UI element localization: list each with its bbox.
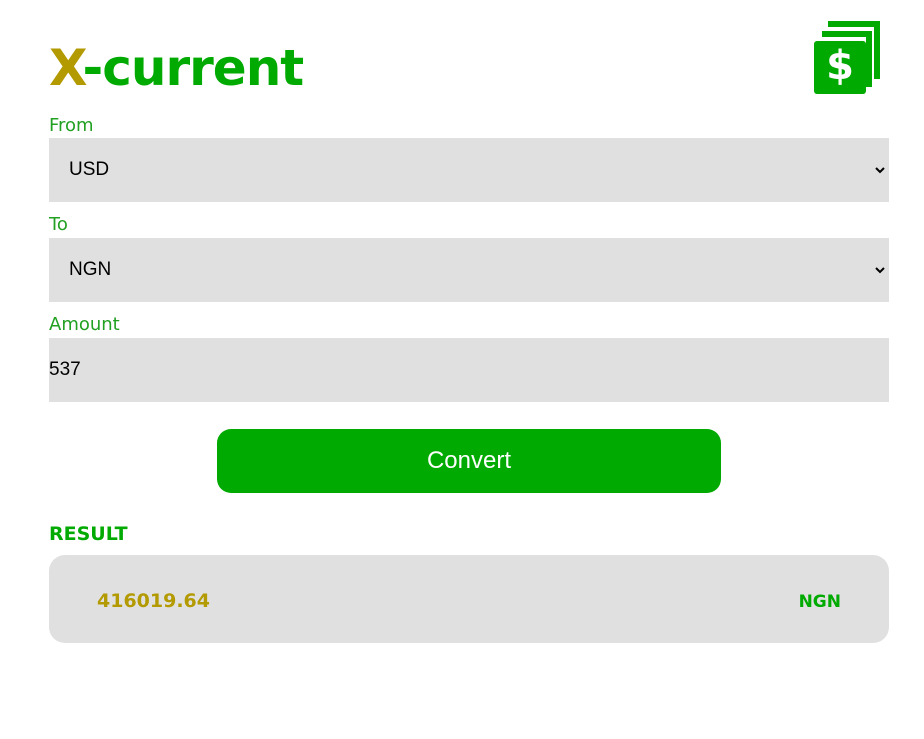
chevron-down-icon: [875, 167, 885, 174]
result-label: RESULT: [49, 523, 128, 545]
app-title: X-current: [49, 36, 304, 100]
from-currency-value: USD: [69, 159, 110, 180]
to-currency-select[interactable]: NGN: [49, 238, 889, 302]
svg-text:$: $: [826, 43, 854, 89]
app-title-main: -current: [82, 39, 304, 97]
from-label: From: [49, 115, 94, 136]
money-bills-icon: $: [814, 21, 880, 94]
to-label: To: [49, 214, 68, 235]
amount-input[interactable]: 537: [49, 338, 889, 402]
chevron-down-icon: [875, 267, 885, 274]
amount-value: 537: [49, 359, 81, 380]
amount-label: Amount: [49, 314, 120, 335]
to-currency-value: NGN: [69, 259, 112, 280]
header: X-current $: [49, 0, 889, 112]
result-panel: 416019.64 NGN: [49, 555, 889, 643]
from-currency-select[interactable]: USD: [49, 138, 889, 202]
converter-app: X-current $ From USD To NGN Amount 537 C…: [49, 0, 889, 643]
app-title-accent: X: [49, 39, 83, 97]
result-currency: NGN: [798, 592, 841, 612]
convert-button[interactable]: Convert: [217, 429, 721, 493]
result-value: 416019.64: [97, 590, 210, 612]
